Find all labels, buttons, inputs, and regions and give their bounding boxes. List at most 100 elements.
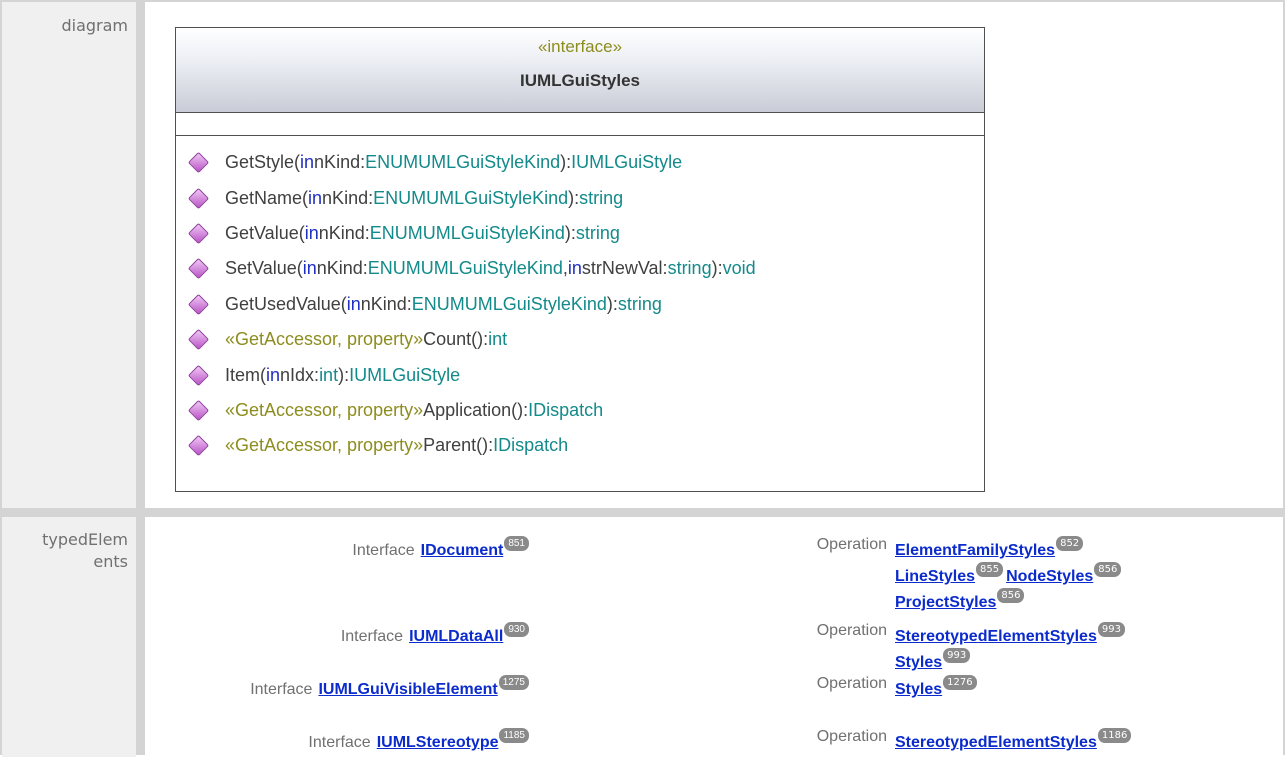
operation-references: Styles 1276 <box>895 675 980 701</box>
typed-element-operation-kind: Operation <box>817 675 893 693</box>
uml-operation[interactable]: Item(in nIdx: int): IUMLGuiStyle <box>176 357 984 392</box>
element-kind: Operation <box>816 728 887 745</box>
operation-text-part: nKind: <box>318 222 370 243</box>
typed-elements-row-label: typedElem ents <box>2 517 136 757</box>
element-kind: Interface <box>340 628 404 645</box>
operation-text-part: IDispatch <box>528 399 604 420</box>
page-number-badge: 852 <box>1056 536 1084 551</box>
element-link[interactable]: StereotypedElementStyles <box>895 628 1097 645</box>
typed-elements-label-line2: ents <box>93 552 128 571</box>
uml-operations-compartment: GetStyle(in nKind: ENUMUMLGuiStyleKind): I… <box>176 136 984 464</box>
operation-text-part: string <box>617 293 662 314</box>
operation-text-part: GetStyle( <box>225 152 301 173</box>
element-link[interactable]: Styles <box>895 681 942 698</box>
operation-icon <box>187 152 210 174</box>
operation-text-part: nKind: <box>322 187 374 208</box>
uml-operation[interactable]: GetName(in nKind: ENUMUMLGuiStyleKind): st… <box>176 180 984 215</box>
uml-operation[interactable]: GetStyle(in nKind: ENUMUMLGuiStyleKind): I… <box>176 145 984 180</box>
operation-text-part: string <box>667 258 712 279</box>
operation-text-part: ): <box>568 187 580 208</box>
operation-text-part: IUMLGuiStyle <box>571 152 683 173</box>
element-link[interactable]: IUMLDataAll <box>409 628 503 645</box>
element-link[interactable]: IDocument <box>421 542 504 559</box>
uml-attributes-compartment <box>176 113 984 136</box>
element-link[interactable]: ElementFamilyStyles <box>895 542 1055 559</box>
operation-icon <box>187 258 210 280</box>
element-link[interactable]: ProjectStyles <box>895 594 996 611</box>
operation-text-part: GetValue( <box>225 222 305 243</box>
operation-text-part: in <box>346 293 361 314</box>
operation-text-part: SetValue( <box>225 258 303 279</box>
element-link[interactable]: IUMLGuiVisibleElement <box>318 681 497 698</box>
uml-operation[interactable]: «GetAccessor, property» Parent(): IDispat… <box>176 428 984 463</box>
operation-text-part: in <box>300 152 315 173</box>
element-link[interactable]: StereotypedElementStyles <box>895 734 1097 751</box>
operation-text-part: in <box>302 258 317 279</box>
operation-text-part: nKind: <box>314 152 366 173</box>
operation-icon <box>187 364 210 386</box>
operation-text-part: in <box>567 258 582 279</box>
operation-text-part: Count(): <box>423 329 489 350</box>
element-link[interactable]: Styles <box>895 654 942 671</box>
page-number-badge: 856 <box>1094 562 1122 577</box>
element-kind: Interface <box>250 681 313 698</box>
operation-text-part: GetUsedValue( <box>225 293 347 314</box>
uml-interface-box[interactable]: «interface» IUMLGuiStyles GetStyle(in nK… <box>175 27 985 492</box>
operation-text-part: in <box>304 222 319 243</box>
uml-stereotype: «interface» <box>537 37 623 56</box>
operation-text-part: void <box>722 258 756 279</box>
uml-header: «interface» IUMLGuiStyles <box>176 28 984 113</box>
element-link[interactable]: LineStyles <box>895 568 975 585</box>
operation-text-part: ENUMUMLGuiStyleKind <box>367 258 563 279</box>
uml-operation[interactable]: GetUsedValue(in nKind: ENUMUMLGuiStyleKin… <box>176 287 984 322</box>
operation-references: ElementFamilyStyles 852 LineStyles 855 NodeS… <box>895 536 1124 614</box>
uml-operation[interactable]: SetValue(in nKind: ENUMUMLGuiStyleKind, i… <box>176 251 984 286</box>
element-kind: Operation <box>816 622 887 639</box>
operation-references: StereotypedElementStyles 993 Styles 993 <box>895 622 1128 674</box>
element-kind: Interface <box>308 734 371 751</box>
page-number-badge: 1186 <box>1097 728 1132 743</box>
typed-element-operation-kind: Operation <box>817 728 893 746</box>
typed-element-interface: Interface IUMLStereotype 1185 <box>308 728 532 752</box>
operation-text-part: ): <box>338 364 350 385</box>
element-link[interactable]: NodeStyles <box>1006 568 1093 585</box>
operation-icon <box>187 187 210 209</box>
typed-element-operation-kind: Operation <box>817 536 893 554</box>
uml-operation[interactable]: GetValue(in nKind: ENUMUMLGuiStyleKind): s… <box>176 216 984 251</box>
operation-text-part: nIdx: <box>280 364 320 385</box>
uml-operation[interactable]: «GetAccessor, property» Count(): int <box>176 322 984 357</box>
element-kind: Operation <box>816 536 887 553</box>
page-number-badge: 993 <box>1097 622 1125 637</box>
page-number-badge: 856 <box>997 588 1025 603</box>
element-kind: Interface <box>352 542 415 559</box>
operation-icon <box>187 399 210 422</box>
operation-text-part: int <box>319 364 339 385</box>
operation-text-part: GetName( <box>225 187 309 208</box>
operation-references: StereotypedElementStyles 1186 <box>895 728 1134 754</box>
operation-text-part: «GetAccessor, property» <box>225 329 424 350</box>
operation-text-part: in <box>266 364 281 385</box>
typed-elements-label-line1: typedElem <box>42 530 128 549</box>
page-number-badge: 1185 <box>499 728 529 743</box>
operation-text-part: ENUMUMLGuiStyleKind <box>373 187 569 208</box>
operation-text-part: string <box>575 222 620 243</box>
page-number-badge: 851 <box>504 536 529 551</box>
page-number-badge: 1275 <box>498 675 529 690</box>
uml-operation[interactable]: «GetAccessor, property» Application(): ID… <box>176 393 984 428</box>
operation-text-part: ENUMUMLGuiStyleKind <box>411 293 607 314</box>
operation-text-part: ENUMUMLGuiStyleKind <box>365 152 561 173</box>
diagram-label: diagram <box>61 16 128 35</box>
operation-text-part: string <box>579 187 624 208</box>
operation-icon <box>187 435 210 457</box>
operation-text-part: Application(): <box>423 399 529 420</box>
element-kind: Operation <box>816 675 887 692</box>
operation-text-part: IDispatch <box>493 435 569 456</box>
typed-element-interface: Interface IUMLGuiVisibleElement 1275 <box>250 675 532 699</box>
typed-element-interface: Interface IDocument 851 <box>352 536 532 560</box>
operation-icon <box>187 293 210 315</box>
element-link[interactable]: IUMLStereotype <box>377 734 499 751</box>
operation-text-part: strNewVal: <box>581 258 668 279</box>
operation-text-part: IUMLGuiStyle <box>349 364 461 385</box>
operation-text-part: nKind: <box>316 258 368 279</box>
documentation-table: diagram «interface» IUMLGuiStyles GetSty… <box>0 0 1285 757</box>
